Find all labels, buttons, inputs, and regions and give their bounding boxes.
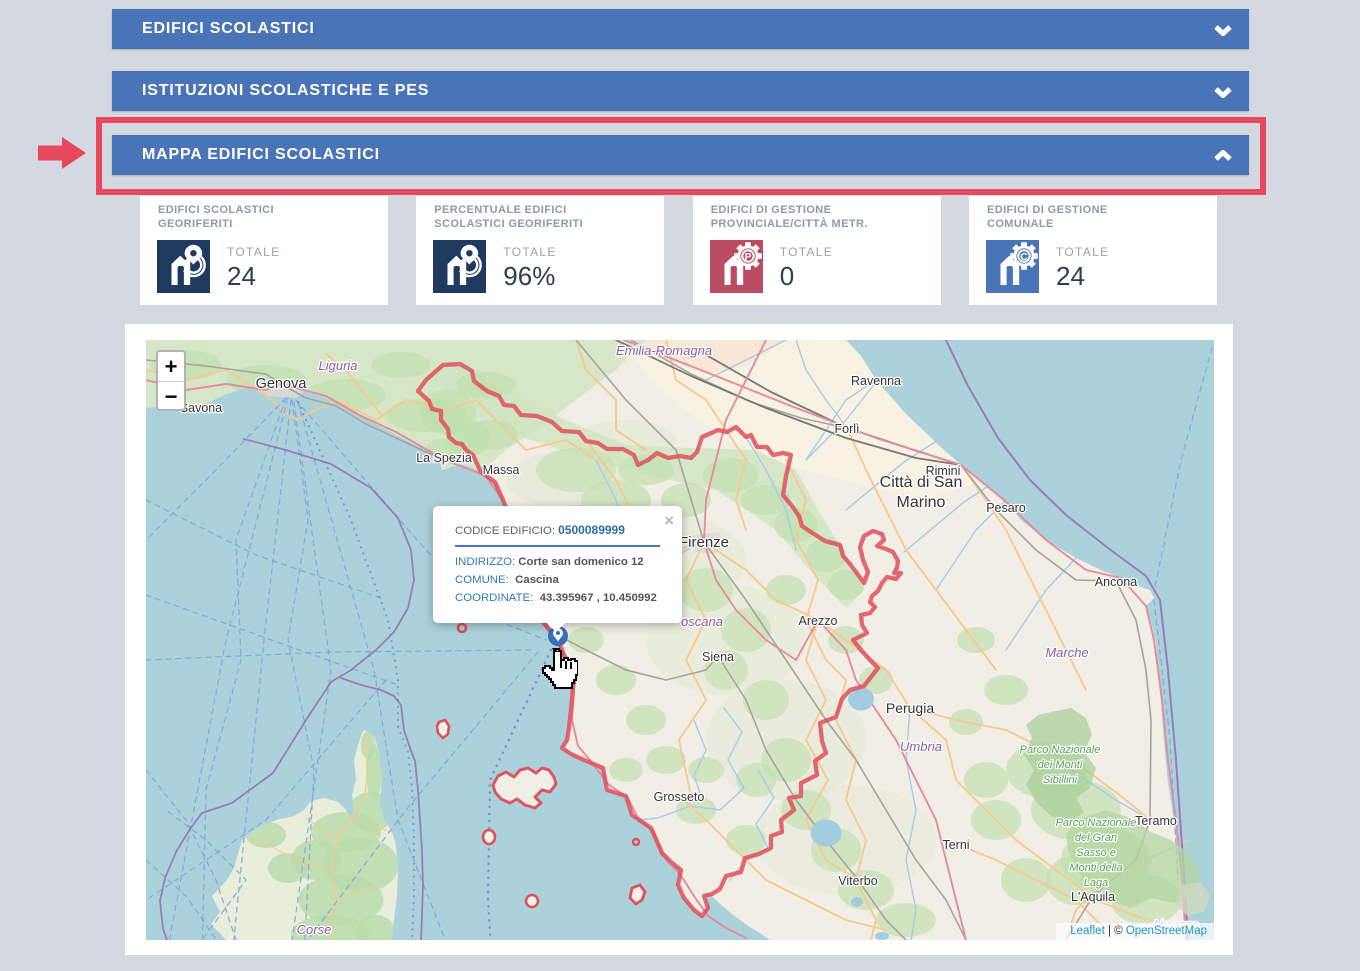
svg-text:Viterbo: Viterbo <box>838 874 877 888</box>
svg-text:Parco Nazionale: Parco Nazionale <box>1020 744 1101 756</box>
svg-text:dei Monti: dei Monti <box>1038 759 1083 771</box>
svg-text:Massa: Massa <box>483 463 520 477</box>
svg-text:Forlì: Forlì <box>835 422 860 436</box>
svg-text:Marche: Marche <box>1045 645 1088 660</box>
svg-text:Sasso e: Sasso e <box>1076 847 1116 859</box>
svg-text:Firenze: Firenze <box>679 534 729 551</box>
svg-text:L'Aquila: L'Aquila <box>1071 890 1115 904</box>
svg-text:Terni: Terni <box>942 838 969 852</box>
svg-text:P: P <box>744 251 751 263</box>
svg-text:Ancona: Ancona <box>1095 575 1137 589</box>
svg-text:Grosseto: Grosseto <box>654 790 705 804</box>
svg-text:Ravenna: Ravenna <box>851 374 901 388</box>
svg-text:Laga: Laga <box>1084 877 1108 889</box>
svg-text:Umbria: Umbria <box>900 739 942 754</box>
svg-text:Pesaro: Pesaro <box>986 501 1026 515</box>
svg-text:C: C <box>1020 251 1028 263</box>
svg-text:Siena: Siena <box>702 650 734 664</box>
svg-text:Teramo: Teramo <box>1135 814 1177 828</box>
svg-text:Savona: Savona <box>180 401 222 415</box>
svg-text:Marino: Marino <box>897 494 946 511</box>
svg-text:Liguria: Liguria <box>318 358 357 373</box>
svg-text:oscana: oscana <box>681 614 723 629</box>
svg-text:Emilia-Romagna: Emilia-Romagna <box>616 343 712 358</box>
svg-text:Arezzo: Arezzo <box>799 614 838 628</box>
svg-text:La Spezia: La Spezia <box>416 451 472 465</box>
svg-text:del Gran: del Gran <box>1075 832 1117 844</box>
svg-text:Corse: Corse <box>297 922 332 937</box>
svg-text:Città di San: Città di San <box>880 474 963 491</box>
svg-text:Monti della: Monti della <box>1069 862 1122 874</box>
svg-text:Sibillini: Sibillini <box>1043 774 1078 786</box>
svg-text:Parco Nazionale: Parco Nazionale <box>1056 817 1137 829</box>
svg-text:Genova: Genova <box>256 376 308 392</box>
svg-text:Perugia: Perugia <box>886 700 934 716</box>
